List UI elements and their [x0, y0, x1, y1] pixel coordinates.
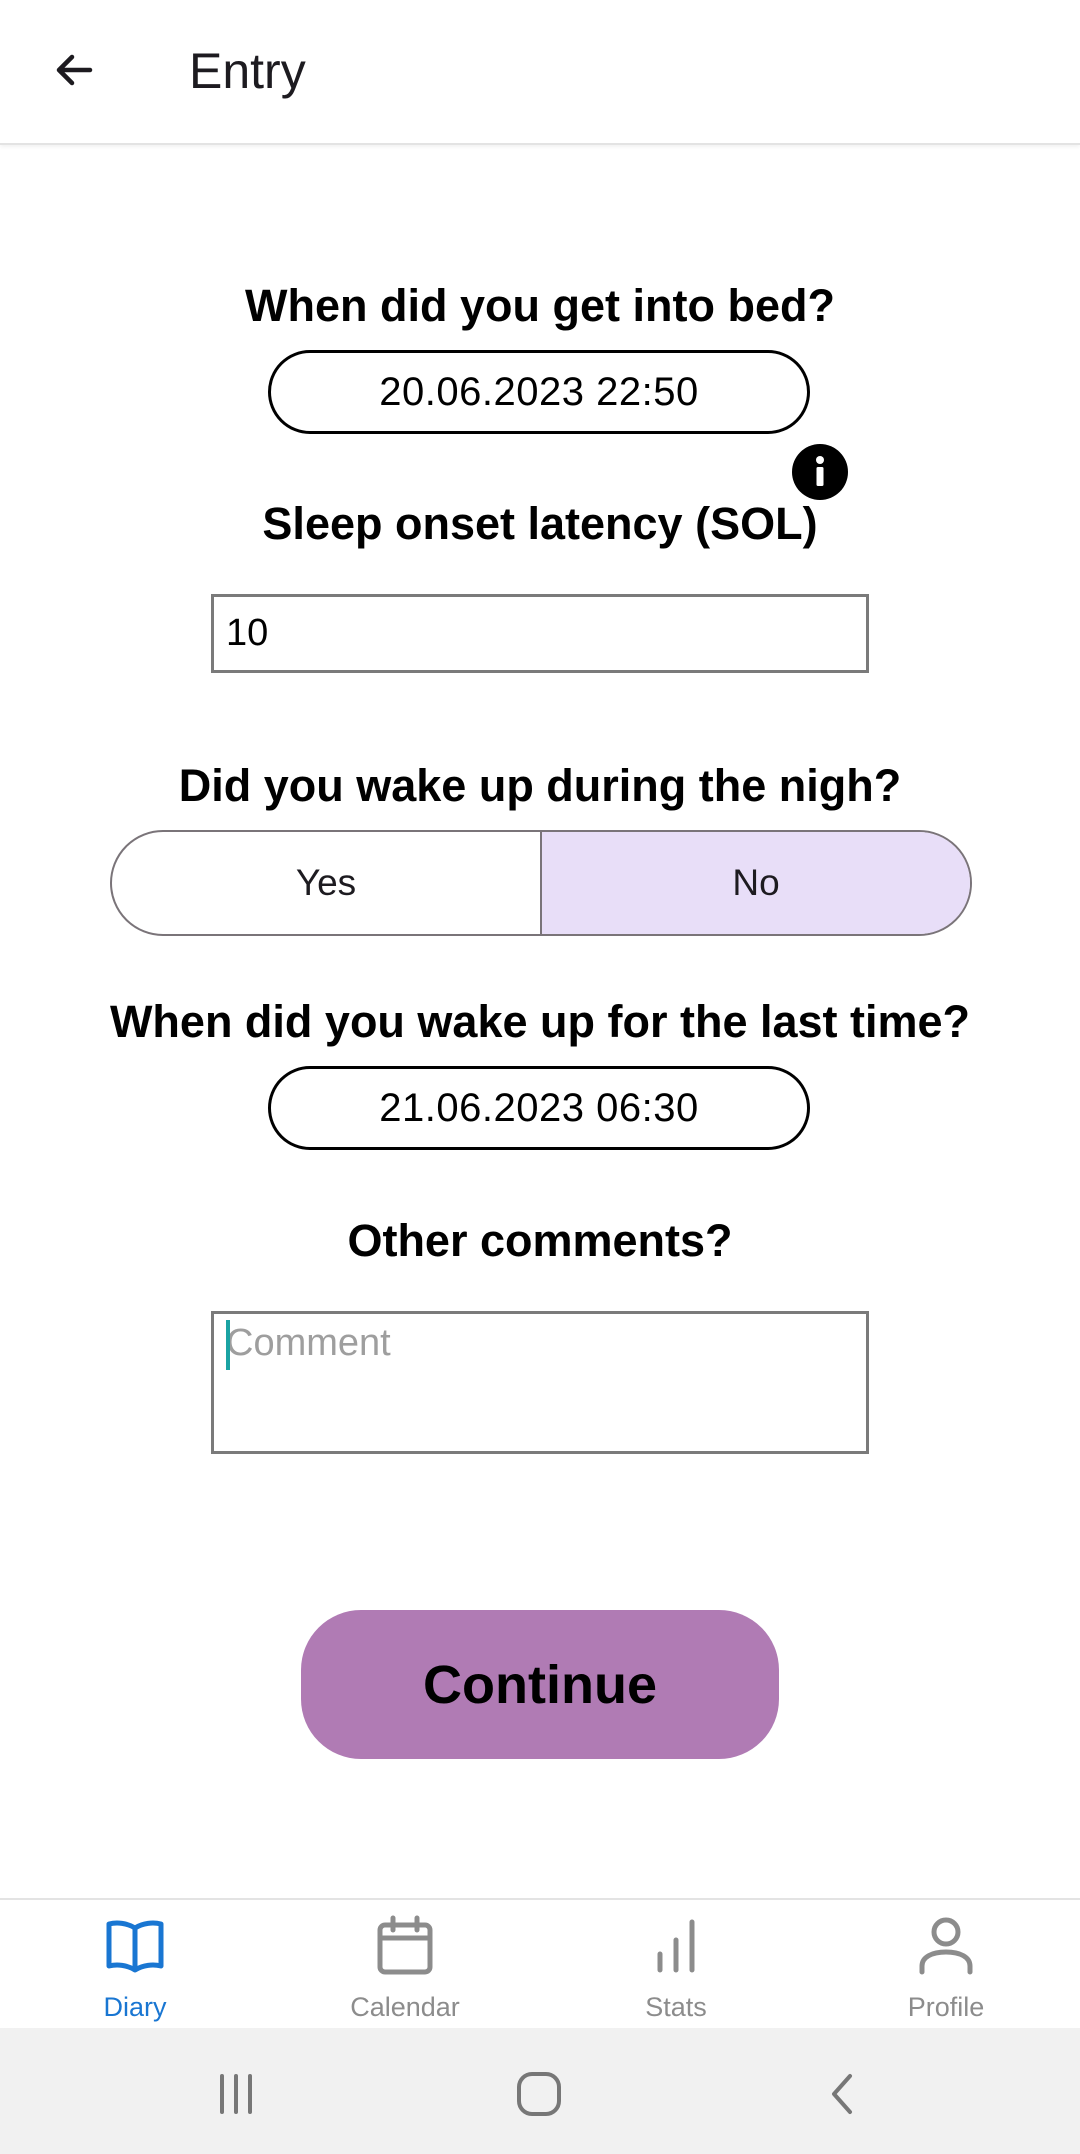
comments-question-label: Other comments?	[347, 1215, 733, 1266]
recent-apps-icon	[220, 2074, 252, 2114]
bed-time-field[interactable]: 20.06.2023 22:50	[268, 350, 810, 434]
continue-button[interactable]: Continue	[301, 1610, 779, 1759]
system-navigation-bar	[0, 2028, 1080, 2154]
nav-label-calendar: Calendar	[350, 1992, 460, 2022]
back-button[interactable]	[40, 36, 108, 104]
last-wake-time-field[interactable]: 21.06.2023 06:30	[268, 1066, 810, 1150]
last-wake-question-label: When did you wake up for the last time?	[109, 996, 971, 1047]
bottom-navigation: Diary Calendar Stats Profile	[0, 1898, 1080, 2030]
nav-item-diary[interactable]: Diary	[35, 1914, 235, 2023]
calendar-icon	[377, 1915, 433, 1975]
wake-night-yes-option[interactable]: Yes	[112, 832, 540, 934]
text-caret	[226, 1320, 230, 1370]
system-back-button[interactable]	[812, 2066, 872, 2122]
info-icon[interactable]	[792, 444, 848, 500]
bed-question-label: When did you get into bed?	[245, 280, 835, 331]
info-glyph-icon	[816, 456, 824, 486]
comment-placeholder: Comment	[226, 1322, 391, 1364]
book-icon	[106, 1920, 164, 1973]
page-title: Entry	[189, 43, 306, 99]
recent-apps-button[interactable]	[206, 2066, 266, 2122]
home-icon	[517, 2072, 561, 2116]
person-icon	[919, 1917, 973, 1975]
wake-night-toggle: Yes No	[110, 830, 972, 936]
home-button[interactable]	[509, 2066, 569, 2122]
nav-item-stats[interactable]: Stats	[576, 1914, 776, 2023]
nav-label-diary: Diary	[103, 1992, 167, 2022]
nav-item-calendar[interactable]: Calendar	[305, 1914, 505, 2023]
nav-label-profile: Profile	[907, 1992, 985, 2022]
app-bar: Entry	[0, 0, 1080, 145]
wake-night-no-option[interactable]: No	[540, 832, 970, 934]
wake-night-question-label: Did you wake up during the nigh?	[178, 760, 902, 811]
arrow-left-icon	[56, 54, 93, 86]
chevron-left-icon	[832, 2074, 852, 2114]
sol-question-label: Sleep onset latency (SOL)	[262, 498, 818, 549]
sol-input[interactable]	[211, 594, 869, 673]
nav-label-stats: Stats	[645, 1992, 707, 2022]
nav-item-profile[interactable]: Profile	[846, 1914, 1046, 2023]
comment-input[interactable]: Comment	[211, 1311, 869, 1454]
bar-chart-icon	[657, 1919, 695, 1973]
